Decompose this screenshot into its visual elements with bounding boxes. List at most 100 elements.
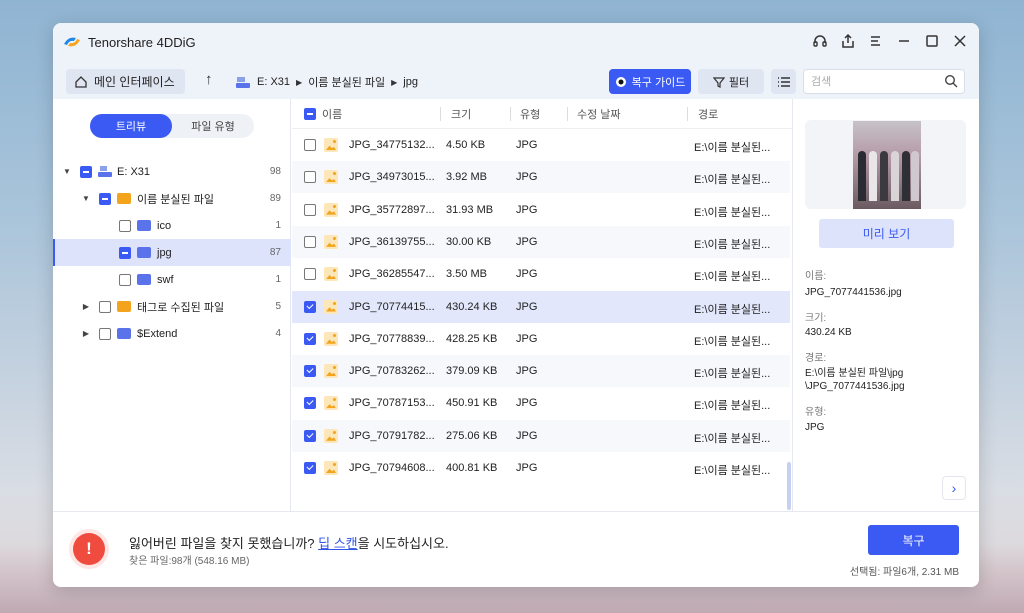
file-size: 3.92 MB [446, 171, 487, 184]
next-file-button[interactable]: › [942, 476, 966, 500]
tree-item-swf[interactable]: swf 1 [53, 266, 291, 293]
tree-checkbox[interactable] [119, 219, 131, 232]
file-checkbox[interactable] [304, 203, 316, 216]
maximize-icon[interactable] [923, 31, 941, 51]
file-name: JPG_70778839... [349, 332, 435, 345]
file-row[interactable]: JPG_34973015... 3.92 MB JPG E:\이름 분실된... [292, 161, 790, 194]
close-icon[interactable] [951, 31, 969, 51]
file-checkbox[interactable] [304, 268, 316, 281]
file-row[interactable]: JPG_34775132... 4.50 KB JPG E:\이름 분실된... [292, 129, 790, 161]
file-size: 4.50 KB [446, 139, 486, 151]
file-name: JPG_36139755... [349, 235, 435, 248]
column-header-path[interactable]: 경로 [698, 106, 718, 122]
size-label: 크기: [805, 313, 827, 324]
file-checkbox[interactable] [304, 332, 316, 345]
file-size: 3.50 MB [446, 268, 487, 281]
file-row[interactable]: JPG_36139755... 30.00 KB JPG E:\이름 분실된... [292, 225, 790, 258]
tree-item-lost-files[interactable]: ▼ 이름 분실된 파일 89 [53, 185, 291, 212]
file-checkbox[interactable] [304, 235, 316, 248]
tree-item-tagged-files[interactable]: ▶ 태그로 수집된 파일 5 [53, 293, 291, 320]
file-size: 30.00 KB [446, 235, 492, 248]
preview-button[interactable]: 미리 보기 [819, 219, 954, 248]
file-type: JPG [516, 235, 538, 248]
file-checkbox[interactable] [304, 397, 316, 410]
column-header-type[interactable]: 유형 [520, 106, 540, 122]
breadcrumb-folder[interactable]: 이름 분실된 파일 [308, 74, 385, 90]
file-row[interactable]: JPG_70774415... 430.24 KB JPG E:\이름 분실된... [292, 290, 790, 323]
file-type: JPG [516, 171, 538, 184]
file-row[interactable]: JPG_70787153... 450.91 KB JPG E:\이름 분실된... [292, 387, 790, 419]
file-path: E:\이름 분실된... [694, 174, 771, 187]
breadcrumb-separator-icon: ▶ [296, 77, 303, 87]
recover-guide-button[interactable]: 복구 가이드 [609, 69, 691, 94]
image-file-icon [324, 364, 338, 379]
select-all-checkbox[interactable] [304, 108, 316, 120]
expand-arrow-icon[interactable]: ▼ [81, 194, 91, 203]
tree-item-ico[interactable]: ico 1 [53, 212, 291, 239]
breadcrumb-current[interactable]: jpg [403, 76, 418, 88]
deep-scan-message: 잃어버린 파일을 찾지 못했습니까? 딥 스캔을 시도하십시오. [129, 533, 449, 552]
file-name: JPG_35772897... [349, 203, 435, 216]
list-view-button[interactable] [771, 69, 796, 94]
expand-arrow-icon[interactable]: ▶ [81, 329, 91, 338]
drive-icon [98, 166, 112, 177]
minimize-icon[interactable] [895, 31, 913, 51]
column-header-size[interactable]: 크기 [451, 106, 471, 122]
file-row[interactable]: JPG_70794608... 400.81 KB JPG E:\이름 분실된... [292, 452, 790, 484]
home-button-label: 메인 인터페이스 [94, 75, 175, 89]
tree-checkbox[interactable] [119, 246, 131, 259]
tree-checkbox[interactable] [99, 300, 111, 313]
tree-item-label: E: X31 [117, 165, 151, 178]
found-files-summary: 찾은 파일:98개 (548.16 MB) [129, 556, 250, 567]
search-icon[interactable] [944, 74, 958, 88]
tree-item-drive[interactable]: ▼ E: X31 98 [53, 158, 291, 185]
file-checkbox[interactable] [304, 365, 316, 378]
tree-checkbox[interactable] [99, 327, 111, 340]
type-value: JPG [805, 422, 825, 433]
filter-button[interactable]: 필터 [698, 69, 764, 94]
file-row[interactable]: JPG_70778839... 428.25 KB JPG E:\이름 분실된... [292, 323, 790, 355]
file-row[interactable]: JPG_70783262... 379.09 KB JPG E:\이름 분실된... [292, 355, 790, 388]
file-row[interactable]: JPG_36285547... 3.50 MB JPG E:\이름 분실된... [292, 258, 790, 290]
tree-checkbox[interactable] [80, 165, 92, 178]
expand-arrow-icon[interactable]: ▶ [81, 302, 91, 311]
file-row[interactable]: JPG_70791782... 275.06 KB JPG E:\이름 분실된... [292, 419, 790, 452]
headset-icon[interactable] [811, 31, 829, 51]
tree-item-label: ico [157, 219, 172, 232]
column-header-name[interactable]: 이름 [322, 106, 342, 122]
up-arrow-icon[interactable]: ↑ [205, 71, 213, 88]
file-type: JPG [516, 300, 538, 313]
column-header-modified[interactable]: 수정 날짜 [577, 106, 621, 122]
menu-icon[interactable] [867, 31, 885, 51]
expand-arrow-icon[interactable]: ▼ [62, 167, 72, 176]
breadcrumb: E: X31 ▶ 이름 분실된 파일 ▶ jpg [235, 74, 418, 90]
image-file-icon [324, 267, 338, 282]
search-input[interactable] [804, 70, 934, 93]
tree-item-count: 89 [269, 193, 281, 204]
file-checkbox[interactable] [304, 462, 316, 474]
tab-tree-view[interactable]: 트리뷰 [90, 114, 172, 138]
deep-scan-link[interactable]: 딥 스캔 [318, 536, 358, 551]
tab-file-type[interactable]: 파일 유형 [172, 114, 254, 138]
tree-checkbox[interactable] [119, 273, 131, 286]
file-checkbox[interactable] [304, 171, 316, 184]
tree-item-extend[interactable]: ▶ $Extend 4 [53, 320, 291, 347]
filter-icon [712, 76, 725, 88]
tree-item-jpg[interactable]: jpg 87 [53, 239, 291, 266]
folder-icon [117, 193, 131, 204]
image-file-icon [324, 138, 338, 152]
folder-icon [137, 274, 151, 285]
file-size: 31.93 MB [446, 203, 494, 216]
warning-icon: ! [73, 533, 105, 565]
home-button[interactable]: 메인 인터페이스 [66, 69, 185, 94]
file-checkbox[interactable] [304, 300, 316, 313]
file-list-scrollbar[interactable] [787, 462, 791, 510]
share-icon[interactable] [839, 31, 857, 51]
file-row[interactable]: JPG_35772897... 31.93 MB JPG E:\이름 분실된... [292, 194, 790, 226]
file-checkbox[interactable] [304, 429, 316, 442]
tree-checkbox[interactable] [99, 192, 111, 205]
breadcrumb-drive[interactable]: E: X31 [257, 76, 290, 88]
recover-button[interactable]: 복구 [868, 525, 959, 555]
recover-guide-label: 복구 가이드 [631, 76, 686, 89]
file-checkbox[interactable] [304, 139, 316, 151]
